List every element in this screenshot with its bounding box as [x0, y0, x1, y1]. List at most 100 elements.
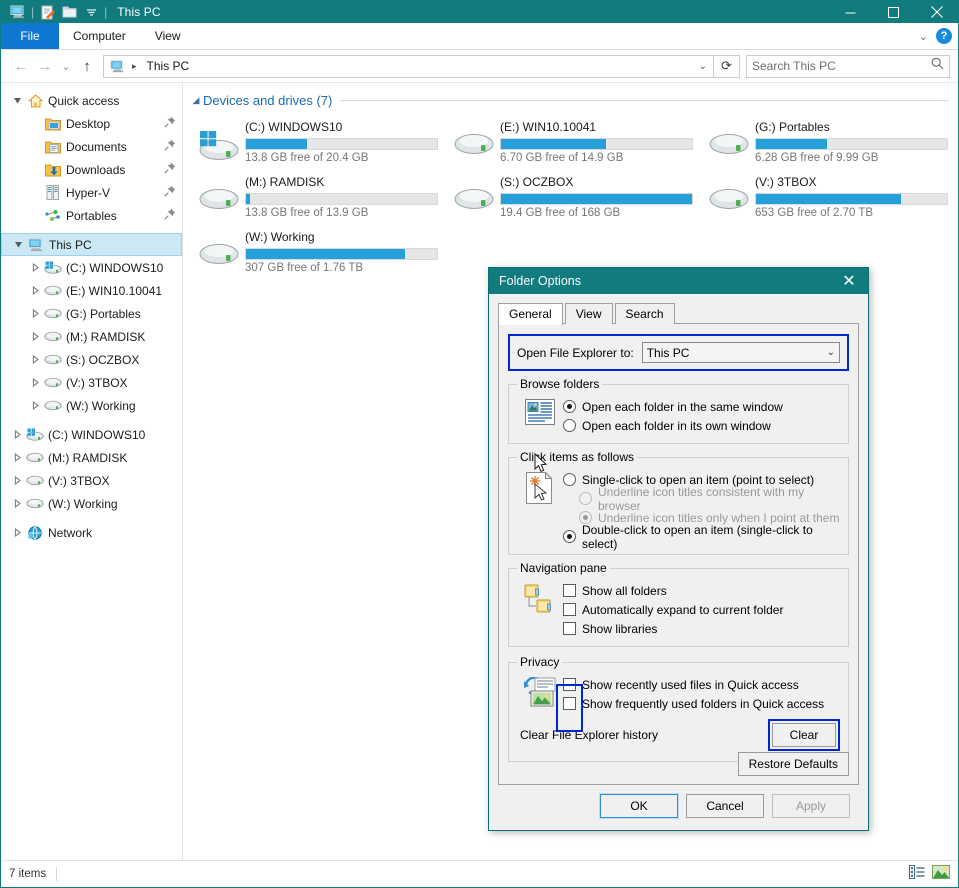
- checkbox[interactable]: [563, 622, 576, 635]
- navigation-pane-option-1[interactable]: Automatically expand to current folder: [563, 600, 840, 619]
- cancel-button[interactable]: Cancel: [686, 794, 764, 818]
- maximize-button[interactable]: [872, 1, 915, 23]
- sidebar-item-this-pc[interactable]: This PC: [1, 233, 182, 256]
- tree-twisty-icon[interactable]: [10, 240, 26, 249]
- radio-button[interactable]: [563, 400, 576, 413]
- checkbox[interactable]: [563, 697, 576, 710]
- browse-folders-option-0[interactable]: Open each folder in the same window: [563, 397, 840, 416]
- sidebar-item-documents[interactable]: Documents: [1, 135, 182, 158]
- tree-twisty-icon[interactable]: [27, 378, 43, 387]
- forward-button[interactable]: →: [33, 54, 57, 78]
- help-icon[interactable]: ?: [936, 28, 952, 44]
- address-input[interactable]: ▸ This PC ⌄: [103, 54, 714, 78]
- drive-tile[interactable]: (W:) Working 307 GB free of 1.76 TB: [193, 226, 448, 281]
- tree-twisty-icon[interactable]: [9, 430, 25, 439]
- drive-tile[interactable]: (S:) OCZBOX 19.4 GB free of 168 GB: [448, 171, 703, 226]
- chevron-down-icon[interactable]: ⌄: [699, 61, 709, 72]
- folder-options-dialog[interactable]: Folder Options ✕ General View Search Ope…: [488, 267, 869, 831]
- checkbox[interactable]: [563, 603, 576, 616]
- tree-twisty-icon[interactable]: [9, 476, 25, 485]
- sidebar-item-c-windows10[interactable]: (C:) WINDOWS10: [1, 423, 182, 446]
- sidebar-item-v-3tbox[interactable]: (V:) 3TBOX: [1, 469, 182, 492]
- properties-icon[interactable]: [36, 2, 58, 22]
- restore-defaults-button[interactable]: Restore Defaults: [737, 752, 849, 776]
- navigation-pane[interactable]: Quick access Desktop Documents Downloads Hyp…: [1, 83, 183, 860]
- pin-icon[interactable]: [164, 208, 176, 223]
- chevron-down-icon[interactable]: ⌄: [827, 347, 835, 358]
- navigation-pane-option-2[interactable]: Show libraries: [563, 619, 840, 638]
- dialog-tab-search[interactable]: Search: [614, 303, 675, 324]
- tree-twisty-icon[interactable]: [27, 263, 43, 272]
- sidebar-item-quick-access[interactable]: Quick access: [1, 89, 182, 112]
- sidebar-item-network[interactable]: Network: [1, 521, 182, 544]
- drive-tile[interactable]: (C:) WINDOWS10 13.8 GB free of 20.4 GB: [193, 116, 448, 171]
- tree-twisty-icon[interactable]: [27, 401, 43, 410]
- dialog-close-button[interactable]: ✕: [836, 268, 862, 294]
- up-button[interactable]: ↑: [75, 54, 99, 78]
- drive-tile[interactable]: (G:) Portables 6.28 GB free of 9.99 GB: [703, 116, 958, 171]
- dialog-tab-view[interactable]: View: [564, 303, 613, 324]
- browse-folders-option-1[interactable]: Open each folder in its own window: [563, 416, 840, 435]
- tree-twisty-icon[interactable]: [27, 309, 43, 318]
- sidebar-item-g-portables[interactable]: (G:) Portables: [1, 302, 182, 325]
- pin-icon[interactable]: [164, 116, 176, 131]
- navigation-pane-option-0[interactable]: Show all folders: [563, 581, 840, 600]
- sidebar-item-m-ramdisk[interactable]: (M:) RAMDISK: [1, 325, 182, 348]
- open-file-explorer-to-select[interactable]: This PC ⌄: [641, 342, 840, 363]
- minimize-button[interactable]: [829, 1, 872, 23]
- group-collapse-icon[interactable]: ◢: [189, 95, 203, 106]
- tree-twisty-icon[interactable]: [27, 355, 43, 364]
- large-icons-view-icon[interactable]: [932, 864, 950, 884]
- group-header-devices-and-drives[interactable]: ◢ Devices and drives (7): [183, 88, 958, 112]
- privacy-option-1[interactable]: Show frequently used folders in Quick ac…: [563, 694, 840, 713]
- new-folder-icon[interactable]: [58, 2, 80, 22]
- close-button[interactable]: [915, 1, 958, 23]
- tree-twisty-icon[interactable]: [9, 499, 25, 508]
- tree-twisty-icon[interactable]: [9, 453, 25, 462]
- privacy-option-0[interactable]: Show recently used files in Quick access: [563, 675, 840, 694]
- sidebar-item-portables[interactable]: Portables: [1, 204, 182, 227]
- pin-icon[interactable]: [164, 162, 176, 177]
- sidebar-item-w-working[interactable]: (W:) Working: [1, 492, 182, 515]
- ok-button[interactable]: OK: [599, 793, 679, 819]
- checkbox[interactable]: [563, 584, 576, 597]
- back-button[interactable]: ←: [9, 54, 33, 78]
- tree-twisty-icon[interactable]: [9, 528, 25, 537]
- sidebar-item-m-ramdisk[interactable]: (M:) RAMDISK: [1, 446, 182, 469]
- sidebar-item-downloads[interactable]: Downloads: [1, 158, 182, 181]
- clear-button[interactable]: Clear: [772, 723, 836, 747]
- radio-button[interactable]: [563, 473, 576, 486]
- refresh-button[interactable]: ⟳: [714, 54, 740, 78]
- sidebar-item-e-win10-10041[interactable]: (E:) WIN10.10041: [1, 279, 182, 302]
- chevron-down-icon[interactable]: ⌄: [919, 30, 928, 43]
- tree-twisty-icon[interactable]: [27, 286, 43, 295]
- ribbon-tab-file[interactable]: File: [1, 23, 59, 49]
- pin-icon[interactable]: [164, 185, 176, 200]
- drive-tile[interactable]: (M:) RAMDISK 13.8 GB free of 13.9 GB: [193, 171, 448, 226]
- sidebar-item-s-oczbox[interactable]: (S:) OCZBOX: [1, 348, 182, 371]
- details-view-icon[interactable]: [909, 864, 925, 884]
- radio-button[interactable]: [563, 419, 576, 432]
- this-pc-icon[interactable]: [7, 2, 29, 22]
- drive-tile[interactable]: (V:) 3TBOX 653 GB free of 2.70 TB: [703, 171, 958, 226]
- sidebar-item-hyper-v[interactable]: Hyper-V: [1, 181, 182, 204]
- sidebar-item-w-working[interactable]: (W:) Working: [1, 394, 182, 417]
- customize-dropdown-icon[interactable]: [80, 2, 102, 22]
- radio-button[interactable]: [563, 530, 576, 543]
- recent-locations-button[interactable]: ⌄: [57, 54, 75, 78]
- drive-tile[interactable]: (E:) WIN10.10041 6.70 GB free of 14.9 GB: [448, 116, 703, 171]
- tree-twisty-icon[interactable]: [27, 332, 43, 341]
- sidebar-item-v-3tbox[interactable]: (V:) 3TBOX: [1, 371, 182, 394]
- dialog-tab-general[interactable]: General: [498, 303, 563, 325]
- sidebar-item-c-windows10[interactable]: (C:) WINDOWS10: [1, 256, 182, 279]
- search-icon[interactable]: [931, 57, 944, 75]
- click-items-option-3[interactable]: Double-click to open an item (single-cli…: [563, 523, 840, 551]
- sidebar-item-desktop[interactable]: Desktop: [1, 112, 182, 135]
- ribbon-tab-view[interactable]: View: [140, 23, 196, 49]
- checkbox[interactable]: [563, 678, 576, 691]
- breadcrumb[interactable]: This PC: [143, 59, 190, 73]
- ribbon-tab-computer[interactable]: Computer: [59, 23, 140, 49]
- pin-icon[interactable]: [164, 139, 176, 154]
- tree-twisty-icon[interactable]: [9, 96, 25, 105]
- search-input[interactable]: Search This PC: [746, 54, 950, 78]
